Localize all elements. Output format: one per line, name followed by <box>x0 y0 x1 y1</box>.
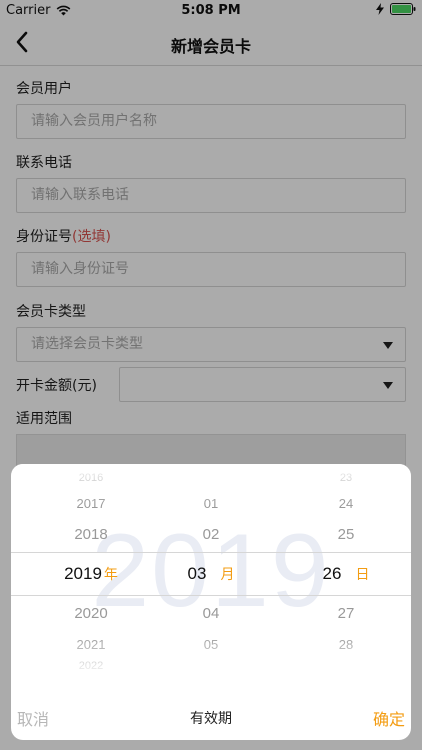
year-option[interactable]: 2018 <box>31 526 151 543</box>
day-selected-value: 26 <box>322 564 342 583</box>
month-unit: 月 <box>220 566 235 582</box>
year-selected[interactable]: 2019 年 <box>31 564 151 584</box>
year-selected-value: 2019 <box>64 564 102 583</box>
date-picker-sheet: 2019 2016 2017 2018 2019年 2020 2021 2022… <box>11 464 411 740</box>
month-option[interactable]: 02 <box>171 526 251 543</box>
picker-title: 有效期 <box>190 711 232 727</box>
picker-footer: 取消 有效期 确定 <box>11 700 411 734</box>
year-option[interactable]: 2020 <box>31 605 151 622</box>
picker-fade-top <box>11 464 411 504</box>
picker-fade-bottom <box>11 634 411 678</box>
month-selected[interactable]: 03 月 <box>171 564 251 584</box>
day-unit: 日 <box>355 566 370 582</box>
month-option[interactable]: 04 <box>171 605 251 622</box>
year-unit: 年 <box>103 566 118 582</box>
month-selected-value: 03 <box>187 564 207 583</box>
day-option[interactable]: 27 <box>306 605 386 622</box>
day-selected[interactable]: 26 日 <box>306 564 386 584</box>
confirm-button[interactable]: 确定 <box>373 706 405 730</box>
day-option[interactable]: 25 <box>306 526 386 543</box>
